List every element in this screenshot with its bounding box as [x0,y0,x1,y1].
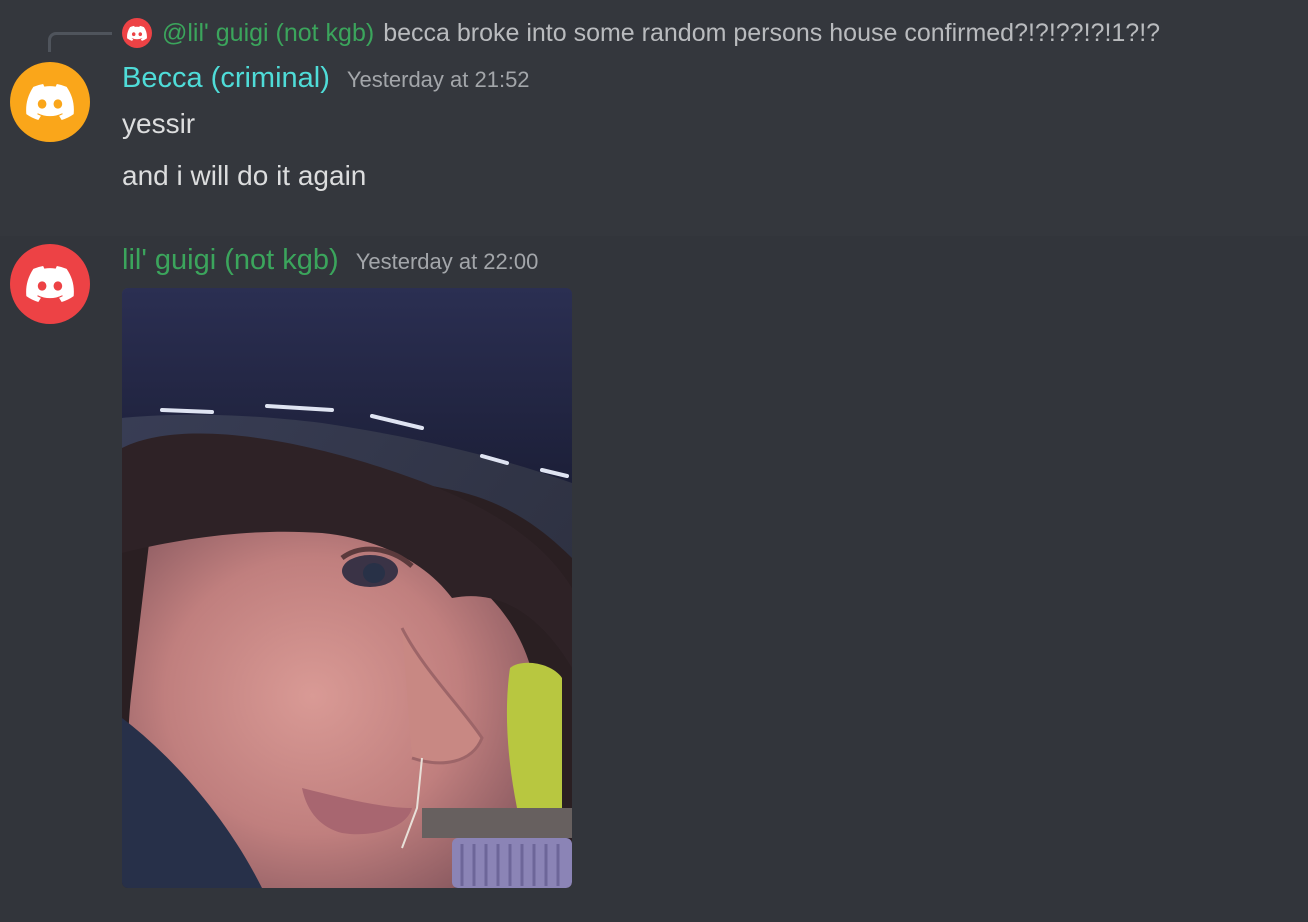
image-attachment[interactable] [122,288,572,888]
username[interactable]: Becca (criminal) [122,62,330,95]
message-group-becca: @lil' guigi (not kgb) becca broke into s… [0,0,1308,236]
reply-text[interactable]: becca broke into some random persons hou… [383,19,1160,48]
avatar[interactable] [10,244,90,324]
reply-author[interactable]: @lil' guigi (not kgb) [162,19,374,48]
reply-spine [48,32,112,52]
timestamp[interactable]: Yesterday at 22:00 [356,249,539,275]
message-text: and i will do it again [122,160,367,191]
username[interactable]: lil' guigi (not kgb) [122,244,339,277]
message-text: yessir [122,108,196,139]
message-header: Becca (criminal) Yesterday at 21:52 [122,62,530,95]
reply-reference[interactable]: @lil' guigi (not kgb) becca broke into s… [122,16,1160,50]
message-header: lil' guigi (not kgb) Yesterday at 22:00 [122,244,538,277]
discord-logo-icon [26,266,74,302]
discord-logo-icon [26,84,74,120]
timestamp[interactable]: Yesterday at 21:52 [347,67,530,93]
message-group-guigi: lil' guigi (not kgb) Yesterday at 22:00 [0,236,1308,922]
reply-avatar[interactable] [122,18,152,48]
avatar[interactable] [10,62,90,142]
attachment-photo [122,288,572,888]
discord-logo-icon [127,25,147,41]
